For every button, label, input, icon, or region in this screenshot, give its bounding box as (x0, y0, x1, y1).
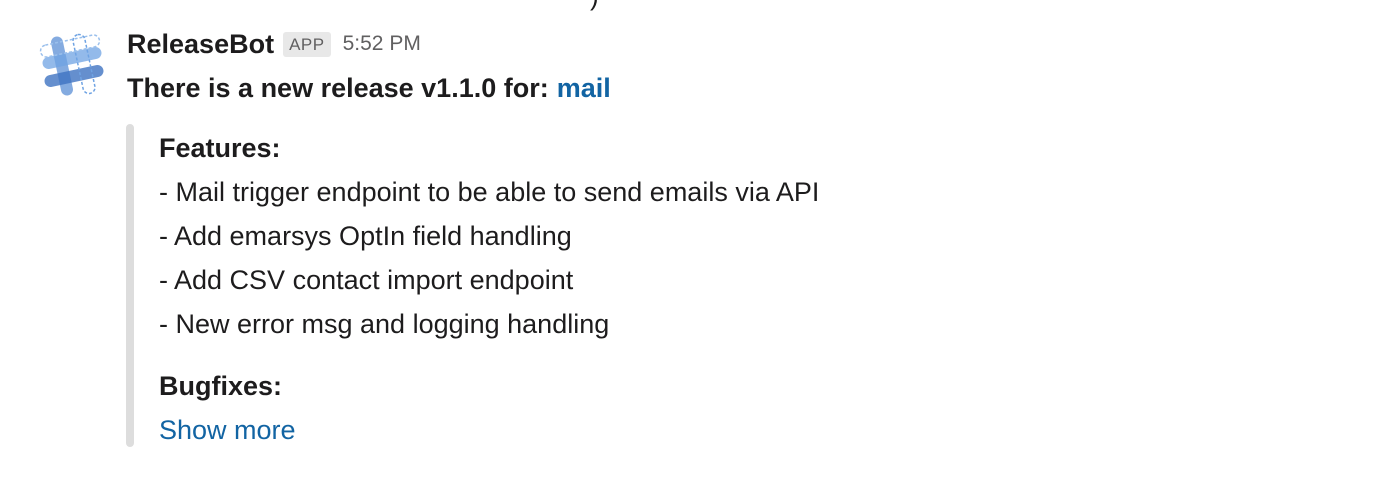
attachment-bar (126, 124, 134, 447)
avatar[interactable] (36, 32, 108, 104)
feature-item: - Add CSV contact import endpoint (159, 265, 574, 295)
mail-link[interactable]: mail (557, 73, 611, 104)
slack-hashtag-logo-icon (39, 33, 104, 96)
attachment: Features: - Mail trigger endpoint to be … (159, 126, 1159, 452)
feature-item: - Add emarsys OptIn field handling (159, 221, 572, 251)
feature-item: - Mail trigger endpoint to be able to se… (159, 177, 820, 207)
message-text-prefix: There is a new release v1.1.0 for: (127, 72, 549, 103)
message-text: There is a new release v1.1.0 for: mail (127, 68, 611, 108)
previous-message-fragment: ) (590, 0, 599, 9)
app-badge: APP (283, 31, 331, 57)
message-timestamp[interactable]: 5:52 PM (343, 32, 421, 56)
show-more-link[interactable]: Show more (159, 408, 296, 452)
sender-name[interactable]: ReleaseBot (127, 29, 274, 60)
message-header: ReleaseBot APP 5:52 PM (127, 24, 421, 64)
feature-item: - New error msg and logging handling (159, 309, 610, 339)
bugfixes-heading: Bugfixes: (159, 371, 283, 401)
features-heading: Features: (159, 133, 281, 163)
